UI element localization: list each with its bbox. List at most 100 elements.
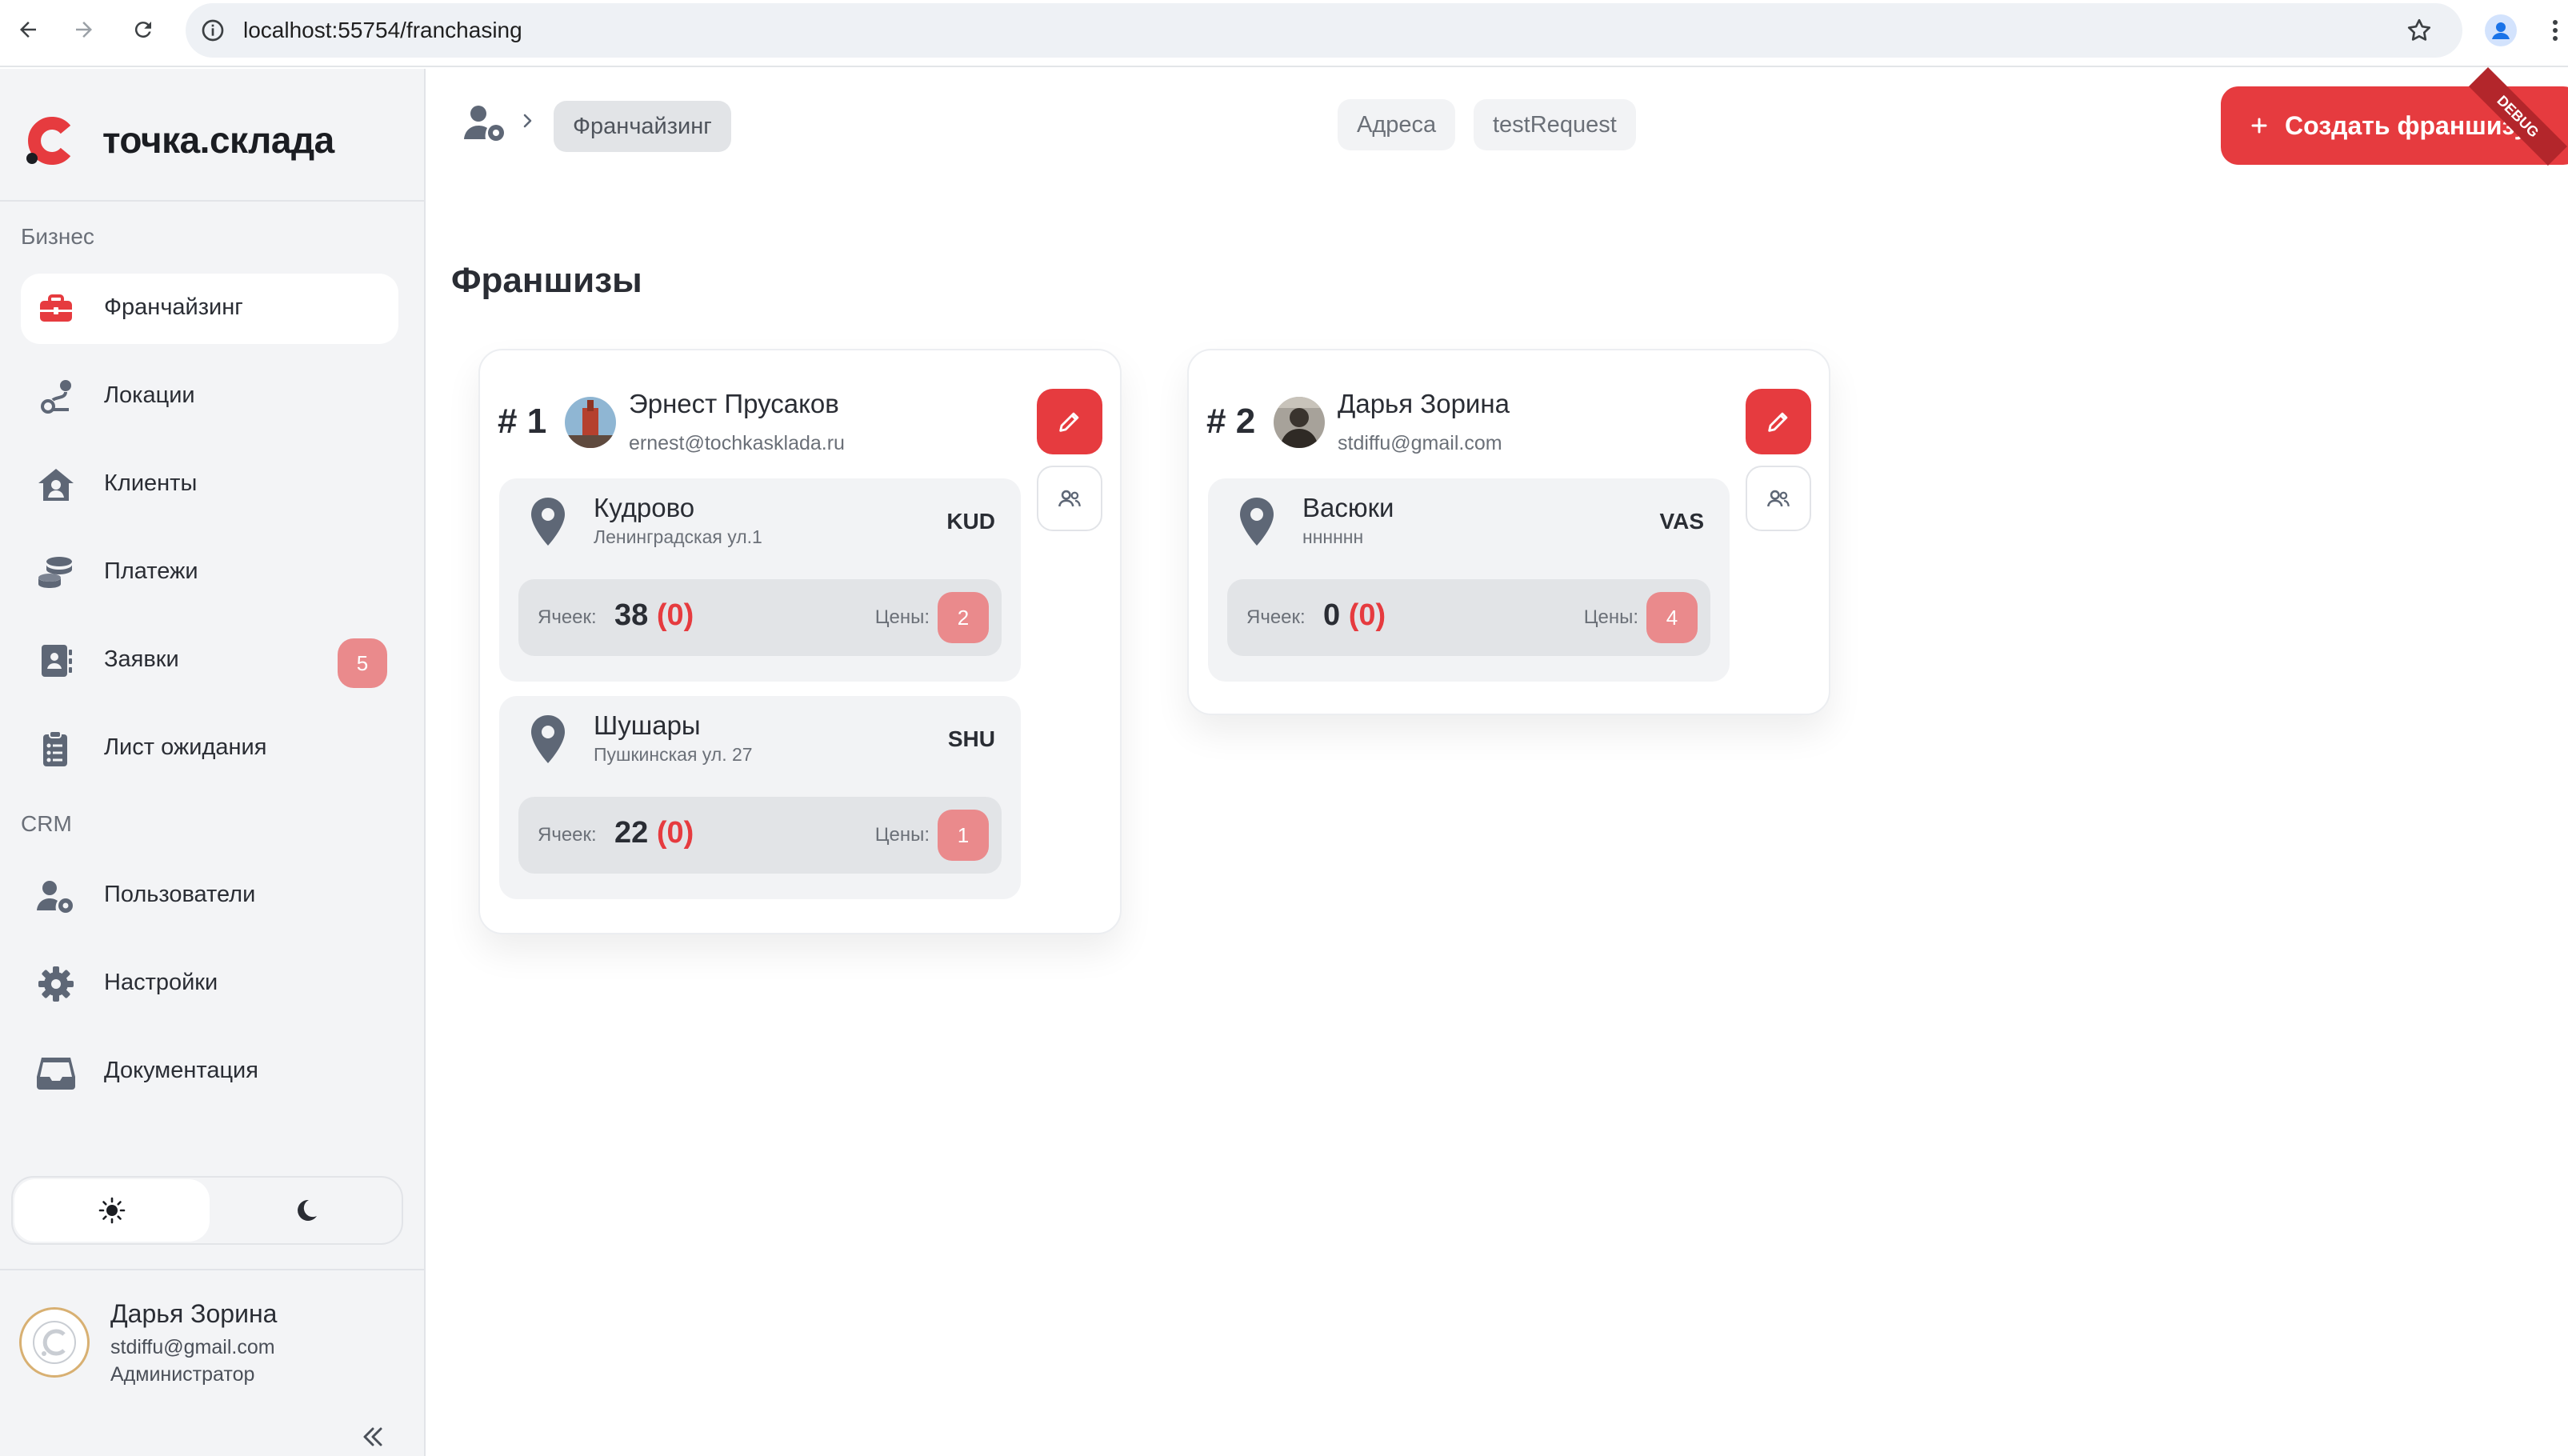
- location-name: Кудрово: [594, 493, 695, 522]
- prices-count-badge[interactable]: 2: [938, 592, 989, 643]
- house-user-icon: [35, 466, 77, 504]
- sidebar-item-locations[interactable]: Локации: [21, 362, 398, 432]
- location-code: KUD: [946, 509, 995, 534]
- route-icon: [35, 378, 77, 416]
- cells-extra: (0): [1348, 598, 1386, 632]
- owner-email: ernest@tochkasklada.ru: [629, 432, 845, 454]
- collapse-sidebar-icon[interactable]: [358, 1422, 387, 1451]
- users-icon: [1766, 490, 1790, 507]
- prices-count-badge[interactable]: 4: [1646, 592, 1698, 643]
- sidebar-item-label: Настройки: [104, 970, 218, 995]
- location-stats: Ячеек: 38 (0) Цены: 2: [518, 579, 1002, 656]
- sidebar-item-label: Платежи: [104, 558, 198, 584]
- browser-menu-icon[interactable]: [2549, 14, 2562, 46]
- location-address: Ленинградская ул.1: [594, 526, 762, 547]
- user-name: Дарья Зорина: [110, 1299, 278, 1328]
- location-name: Васюки: [1302, 493, 1394, 522]
- light-theme-button[interactable]: [14, 1179, 210, 1242]
- sidebar-item-waitlist[interactable]: Лист ожидания: [21, 714, 398, 784]
- sidebar-item-label: Клиенты: [104, 470, 198, 496]
- gear-icon: [35, 965, 77, 1003]
- sidebar: точка.склада Бизнес Франчайзинг Локации …: [0, 69, 426, 1456]
- site-info-icon[interactable]: [200, 18, 226, 43]
- sidebar-item-payments[interactable]: Платежи: [21, 538, 398, 608]
- plus-icon: [2250, 116, 2269, 135]
- franchise-members-button[interactable]: [1037, 466, 1102, 531]
- moon-icon: [298, 1199, 317, 1221]
- edit-franchise-button[interactable]: [1037, 389, 1102, 454]
- create-franchise-label: Создать франшизу: [2285, 110, 2529, 140]
- chevron-right-icon: [520, 110, 536, 131]
- location-stats: Ячеек: 22 (0) Цены: 1: [518, 797, 1002, 874]
- back-button[interactable]: [11, 13, 45, 46]
- sidebar-item-label: Локации: [104, 382, 195, 408]
- sidebar-item-clients[interactable]: Клиенты: [21, 450, 398, 520]
- cells-extra: (0): [656, 816, 694, 850]
- sidebar-item-settings[interactable]: Настройки: [21, 949, 398, 1019]
- franchise-number: # 1: [498, 402, 547, 441]
- sidebar-item-franchising[interactable]: Франчайзинг: [21, 274, 398, 344]
- edit-franchise-button[interactable]: [1746, 389, 1811, 454]
- location-address: нннннн: [1302, 526, 1364, 547]
- cells-count: 22 (0): [614, 816, 694, 850]
- main-content: Франчайзинг Адреса testRequest Создать ф…: [426, 69, 2568, 1456]
- prices-label: Цены:: [874, 824, 930, 846]
- brand-logo-icon: [24, 115, 75, 166]
- brand-name: точка.склада: [102, 119, 334, 161]
- cells-count: 38 (0): [614, 598, 694, 632]
- chip-test-request[interactable]: testRequest: [1474, 99, 1636, 150]
- cells-label: Ячеек:: [538, 824, 597, 846]
- map-pin-icon: [528, 496, 568, 549]
- user-email: stdiffu@gmail.com: [110, 1336, 275, 1358]
- sidebar-item-requests[interactable]: Заявки 5: [21, 626, 398, 696]
- users-icon: [1058, 490, 1081, 507]
- sidebar-item-docs[interactable]: Документация: [21, 1037, 398, 1107]
- user-role: Администратор: [110, 1363, 255, 1386]
- location-name: Шушары: [594, 710, 701, 740]
- franchise-members-button[interactable]: [1746, 466, 1811, 531]
- sidebar-item-label: Франчайзинг: [104, 294, 243, 320]
- owner-name: Эрнест Прусаков: [629, 389, 839, 418]
- address-bar[interactable]: [186, 3, 2462, 58]
- users-cog-icon: [35, 877, 77, 915]
- pencil-icon: [1768, 412, 1788, 432]
- location-address: Пушкинская ул. 27: [594, 744, 753, 765]
- reload-button[interactable]: [126, 13, 160, 46]
- location-item[interactable]: Кудрово Ленинградская ул.1 KUD Ячеек: 38…: [499, 478, 1021, 682]
- pencil-icon: [1059, 412, 1079, 432]
- inbox-icon: [35, 1053, 77, 1091]
- prices-label: Цены:: [1583, 606, 1638, 628]
- location-item[interactable]: Васюки нннннн VAS Ячеек: 0 (0) Цены: 4: [1208, 478, 1730, 682]
- user-avatar[interactable]: [19, 1307, 90, 1378]
- sidebar-item-label: Пользователи: [104, 882, 256, 907]
- chip-addresses[interactable]: Адреса: [1338, 99, 1456, 150]
- theme-toggle: [11, 1176, 403, 1245]
- clipboard-list-icon: [35, 730, 77, 768]
- page-title: Франшизы: [451, 261, 642, 300]
- prices-count-badge[interactable]: 1: [938, 810, 989, 861]
- location-code: VAS: [1659, 509, 1705, 534]
- cells-extra: (0): [656, 598, 694, 632]
- sidebar-item-label: Документация: [104, 1058, 258, 1083]
- forward-button[interactable]: [67, 13, 101, 46]
- owner-name: Дарья Зорина: [1338, 389, 1510, 418]
- bookmark-star-icon[interactable]: [2405, 16, 2434, 45]
- franchise-card: # 2 Дарья Зорина stdiffu@gmail.com Васюк…: [1187, 349, 1830, 715]
- location-item[interactable]: Шушары Пушкинская ул. 27 SHU Ячеек: 22 (…: [499, 696, 1021, 899]
- franchise-number: # 2: [1206, 402, 1256, 441]
- browser-toolbar: localhost:55754/franchasing: [0, 0, 2568, 67]
- dark-theme-button[interactable]: [211, 1179, 402, 1242]
- divider: [0, 1269, 424, 1270]
- breadcrumb-current[interactable]: Франчайзинг: [554, 101, 731, 152]
- profile-icon[interactable]: [2485, 14, 2517, 46]
- cells-count: 0 (0): [1323, 598, 1386, 632]
- prices-label: Цены:: [874, 606, 930, 628]
- sidebar-item-users[interactable]: Пользователи: [21, 861, 398, 931]
- users-cog-breadcrumb-icon[interactable]: [462, 102, 507, 142]
- brand-logo-outline-icon: [33, 1321, 76, 1364]
- section-title-business: Бизнес: [21, 224, 94, 249]
- contact-book-icon: [35, 642, 77, 680]
- owner-email: stdiffu@gmail.com: [1338, 432, 1502, 454]
- map-pin-icon: [1237, 496, 1277, 549]
- url-text[interactable]: localhost:55754/franchasing: [243, 16, 522, 45]
